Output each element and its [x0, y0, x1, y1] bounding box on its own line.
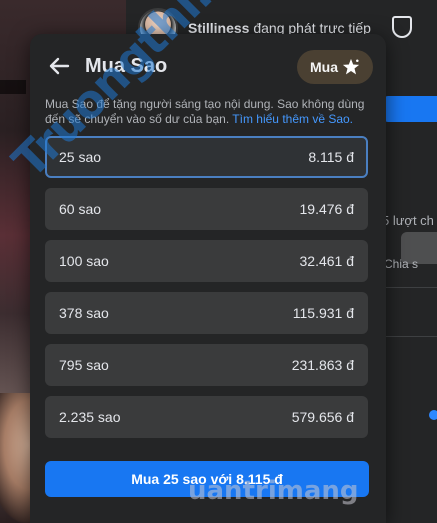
buy-pill-label: Mua [310, 59, 338, 75]
buy-stars-dialog: Mua Sao Mua Mua Sao để tặng người sáng t… [30, 34, 386, 523]
star-sparkle-icon [342, 58, 360, 75]
option-quantity: 60 sao [59, 201, 102, 217]
follow-button[interactable] [384, 96, 437, 122]
star-option[interactable]: 100 sao 32.461 đ [45, 240, 368, 282]
share-label: Chia s [384, 257, 419, 271]
dialog-description: Mua Sao để tặng người sáng tạo nội dung.… [45, 97, 371, 127]
star-options-list: 25 sao 8.115 đ 60 sao 19.476 đ 100 sao 3… [45, 136, 368, 448]
divider [384, 287, 437, 288]
dialog-header: Mua Sao Mua [30, 34, 386, 98]
option-quantity: 795 sao [59, 357, 109, 373]
option-price: 8.115 đ [308, 149, 354, 165]
option-quantity: 2.235 sao [59, 409, 121, 425]
video-chip [0, 80, 26, 94]
star-option[interactable]: 378 sao 115.931 đ [45, 292, 368, 334]
learn-more-link[interactable]: Tìm hiểu thêm về Sao. [232, 112, 353, 126]
confirm-buy-button[interactable]: Mua 25 sao với 8.115 đ [45, 461, 369, 497]
shield-icon[interactable] [392, 16, 412, 38]
option-quantity: 25 sao [59, 149, 102, 165]
views-count: 5 lượt ch [382, 213, 434, 228]
star-option[interactable]: 25 sao 8.115 đ [45, 136, 368, 178]
option-quantity: 100 sao [59, 253, 109, 269]
star-option[interactable]: 60 sao 19.476 đ [45, 188, 368, 230]
back-arrow-icon[interactable] [48, 56, 70, 76]
option-quantity: 378 sao [59, 305, 109, 321]
star-option[interactable]: 795 sao 231.863 đ [45, 344, 368, 386]
star-option[interactable]: 2.235 sao 579.656 đ [45, 396, 368, 438]
option-price: 579.656 đ [291, 409, 354, 425]
option-price: 32.461 đ [299, 253, 355, 269]
option-price: 115.931 đ [292, 305, 354, 321]
notification-dot [429, 410, 437, 420]
option-price: 231.863 đ [291, 357, 354, 373]
buy-stars-pill-button[interactable]: Mua [297, 50, 373, 84]
divider [384, 336, 437, 337]
dialog-title: Mua Sao [85, 55, 168, 77]
option-price: 19.476 đ [299, 201, 355, 217]
